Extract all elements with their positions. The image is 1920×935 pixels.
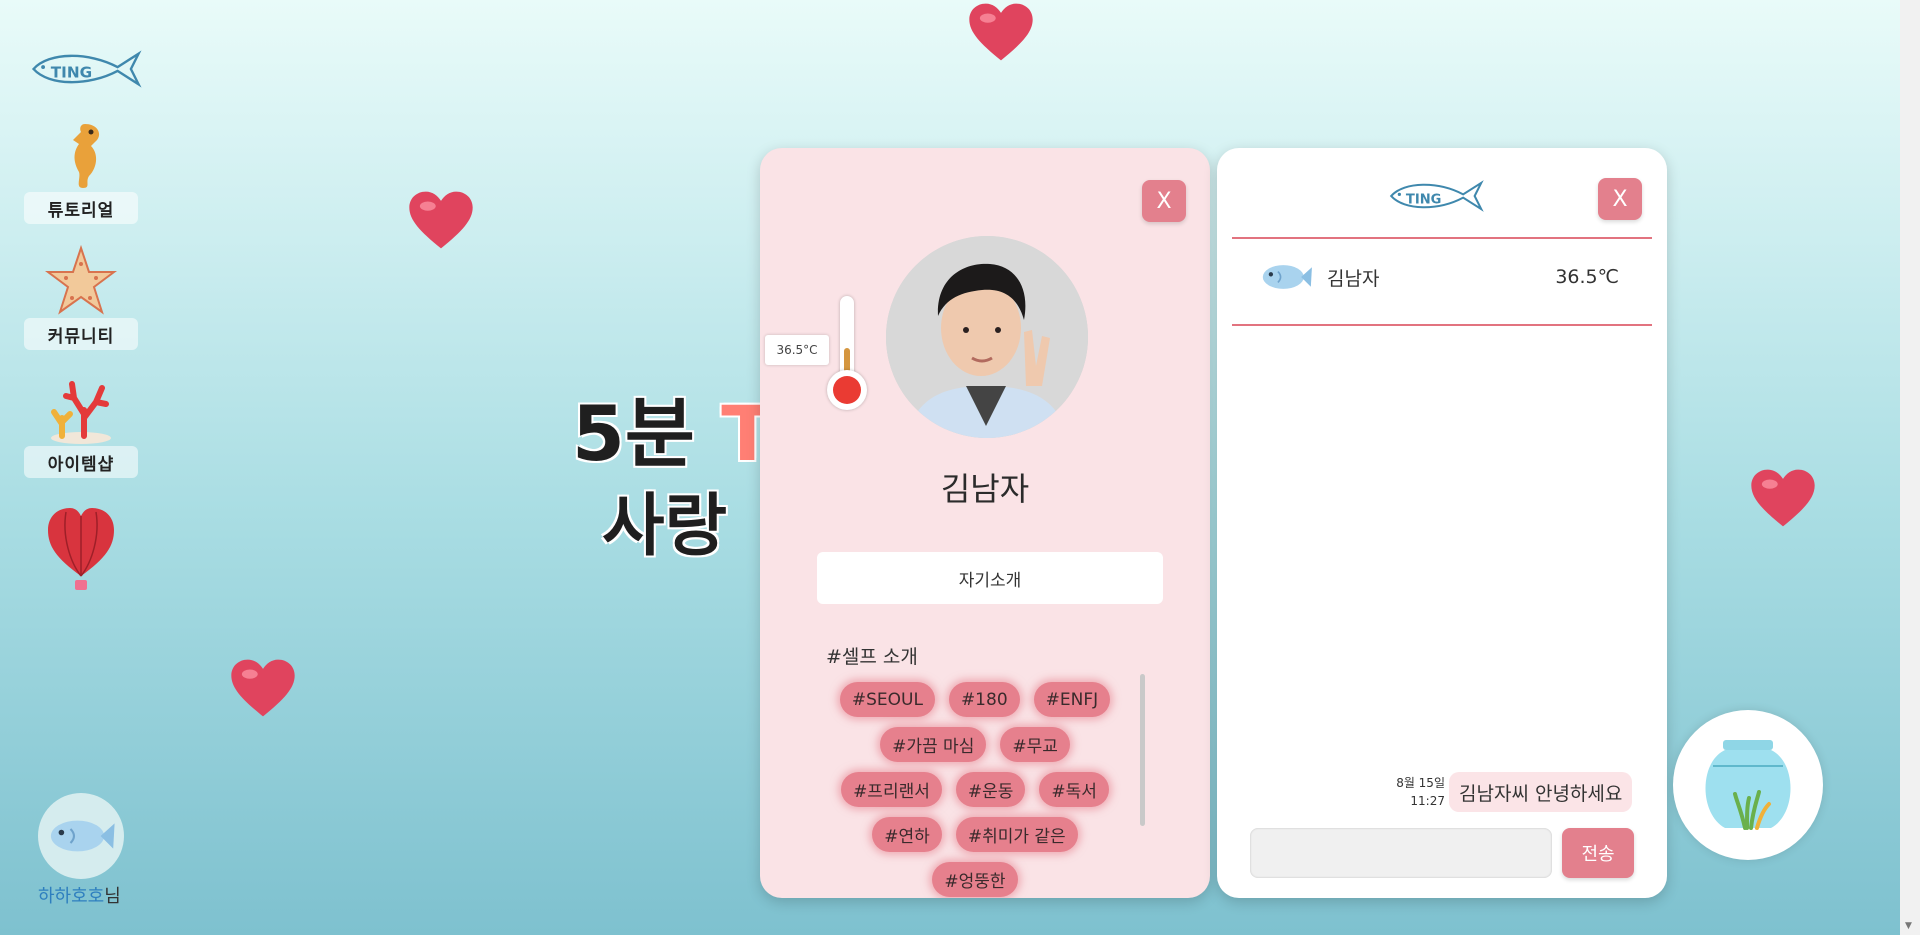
fishbowl-icon <box>1705 740 1791 830</box>
tag-chip: #독서 <box>1039 772 1109 807</box>
profile-close-button[interactable]: X <box>1142 180 1186 222</box>
profile-panel: X 36.5°C 김남자 자기소개 #셀프 소개 #SEOUL #180 #EN… <box>760 148 1210 898</box>
sidebar-item-tutorial[interactable]: 튜토리얼 <box>24 118 138 224</box>
heart-icon <box>968 2 1034 62</box>
divider <box>1232 324 1652 326</box>
starfish-icon <box>45 244 117 315</box>
tag-chip: #취미가 같은 <box>955 817 1078 852</box>
fishbowl-button[interactable] <box>1673 710 1823 860</box>
heart-icon <box>230 658 296 718</box>
partner-name: 김남자 <box>1327 267 1380 290</box>
chat-input[interactable] <box>1250 828 1552 878</box>
tag-chip: #ENFJ <box>1033 682 1111 717</box>
avatar[interactable] <box>38 793 124 879</box>
sidebar-item-community[interactable]: 커뮤니티 <box>24 244 138 350</box>
tag-chip: #180 <box>948 682 1020 717</box>
tags-scrollbar[interactable] <box>1140 674 1145 826</box>
ting-logo <box>1387 178 1487 214</box>
fish-icon <box>1259 260 1313 294</box>
message-bubble: 김남자씨 안녕하세요 <box>1449 772 1633 812</box>
profile-name: 김남자 <box>940 470 1030 508</box>
tags-title: #셀프 소개 <box>826 646 918 668</box>
chat-panel: X 김남자 36.5℃ 8월 15일 11:27 김남자씨 안녕하세요 전송 <box>1217 148 1667 898</box>
partner-temperature: 36.5℃ <box>1555 266 1619 288</box>
temperature-tooltip: 36.5°C <box>765 335 829 365</box>
heart-icon <box>408 190 474 250</box>
coral-icon <box>51 381 111 444</box>
tag-chip: #엉뚱한 <box>932 862 1018 897</box>
chat-partner-row[interactable]: 김남자 36.5℃ <box>1259 260 1619 294</box>
send-button[interactable]: 전송 <box>1562 828 1634 878</box>
thermometer-bulb <box>827 370 867 410</box>
sidebar-item-label: 아이템샵 <box>24 446 138 478</box>
tag-chip: #운동 <box>955 772 1026 807</box>
tag-chip: #프리랜서 <box>841 772 942 807</box>
heart-balloon-icon[interactable] <box>46 506 116 596</box>
tag-chip: #가끔 마심 <box>880 727 987 762</box>
seahorse-icon <box>73 124 100 188</box>
sidebar-item-label: 커뮤니티 <box>24 318 138 350</box>
tag-list: #SEOUL #180 #ENFJ #가끔 마심 #무교 #프리랜서 #운동 #… <box>830 682 1120 897</box>
tag-chip: #무교 <box>1000 727 1070 762</box>
page-scrollbar[interactable]: ▼ <box>1900 0 1920 935</box>
fish-icon <box>46 814 116 858</box>
ting-logo[interactable] <box>28 48 146 90</box>
username: 하하호호님 <box>38 886 121 907</box>
intro-button[interactable]: 자기소개 <box>817 552 1163 604</box>
sidebar-item-itemshop[interactable]: 아이템샵 <box>24 374 138 478</box>
divider <box>1232 237 1652 239</box>
message-timestamp: 8월 15일 11:27 <box>1396 776 1445 808</box>
tag-chip: #연하 <box>872 817 942 852</box>
hero-line2: 사랑 <box>602 487 728 566</box>
sidebar-item-label: 튜토리얼 <box>24 192 138 224</box>
heart-icon <box>1750 468 1816 528</box>
chat-close-button[interactable]: X <box>1598 178 1642 220</box>
tag-chip: #SEOUL <box>839 682 935 717</box>
profile-photo <box>886 236 1088 438</box>
